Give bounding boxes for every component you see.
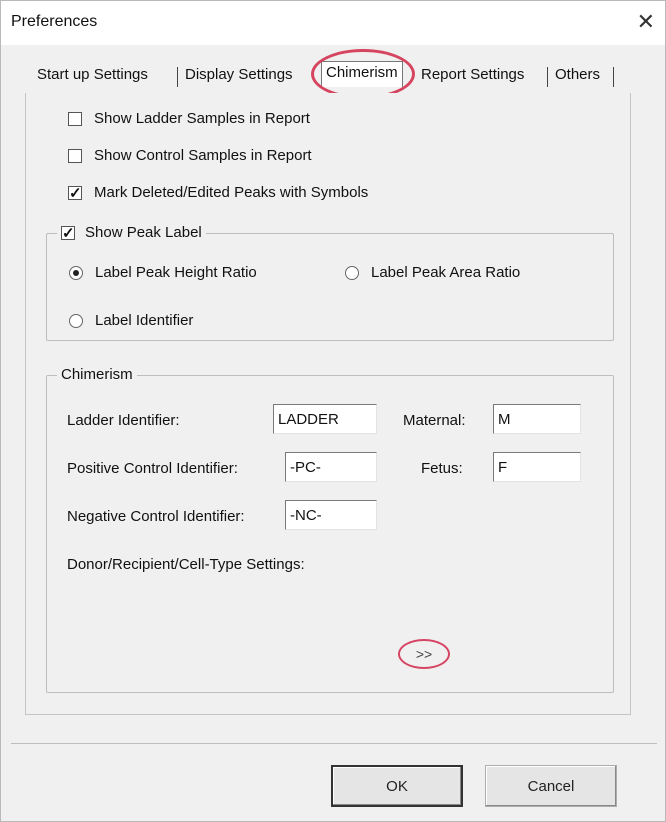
title-bar: Preferences ✕ bbox=[1, 1, 665, 45]
radio-button[interactable] bbox=[69, 265, 83, 280]
radio-button[interactable] bbox=[345, 265, 359, 280]
show-ladder-checkbox[interactable]: Show Ladder Samples in Report bbox=[68, 110, 310, 127]
maternal-label: Maternal: bbox=[403, 412, 466, 429]
tab-others[interactable]: Others bbox=[555, 59, 600, 91]
radio-identifier-label: Label Identifier bbox=[95, 312, 194, 329]
show-peak-label-text: Show Peak Label bbox=[85, 224, 202, 241]
show-control-label: Show Control Samples in Report bbox=[94, 147, 312, 164]
close-icon[interactable]: ✕ bbox=[637, 9, 655, 35]
donor-settings-expand-button[interactable]: >> bbox=[398, 639, 450, 669]
tab-bar: Start up Settings Display Settings Chime… bbox=[37, 59, 627, 93]
ok-button[interactable]: OK bbox=[331, 765, 463, 807]
chimerism-group: Chimerism Ladder Identifier: Maternal: P… bbox=[46, 366, 614, 693]
tab-startup-settings[interactable]: Start up Settings bbox=[37, 59, 148, 91]
show-peak-label-checkbox[interactable]: Show Peak Label bbox=[57, 224, 206, 242]
check-icon[interactable] bbox=[68, 184, 82, 202]
peak-label-group: Show Peak Label Label Peak Height Ratio … bbox=[46, 224, 614, 341]
radio-label-peak-area[interactable]: Label Peak Area Ratio bbox=[345, 264, 520, 281]
mark-deleted-label: Mark Deleted/Edited Peaks with Symbols bbox=[94, 184, 369, 201]
negative-control-input[interactable] bbox=[285, 500, 377, 530]
show-ladder-label: Show Ladder Samples in Report bbox=[94, 110, 310, 127]
radio-label-identifier[interactable]: Label Identifier bbox=[69, 312, 193, 329]
tab-separator bbox=[177, 67, 178, 87]
check-icon[interactable] bbox=[61, 224, 75, 242]
ladder-identifier-label: Ladder Identifier: bbox=[67, 412, 180, 429]
fetus-input[interactable] bbox=[493, 452, 581, 482]
checkbox-box[interactable] bbox=[68, 148, 82, 163]
tab-display-settings[interactable]: Display Settings bbox=[185, 59, 293, 91]
tab-separator bbox=[613, 67, 614, 87]
negative-control-label: Negative Control Identifier: bbox=[67, 508, 245, 525]
radio-area-label: Label Peak Area Ratio bbox=[371, 264, 521, 281]
tab-separator bbox=[547, 67, 548, 87]
positive-control-input[interactable] bbox=[285, 452, 377, 482]
chimerism-panel: Show Ladder Samples in Report Show Contr… bbox=[25, 93, 631, 715]
preferences-dialog: Preferences ✕ Start up Settings Display … bbox=[0, 0, 666, 822]
radio-label-peak-height[interactable]: Label Peak Height Ratio bbox=[69, 264, 257, 281]
cancel-button[interactable]: Cancel bbox=[485, 765, 617, 807]
donor-settings-label: Donor/Recipient/Cell-Type Settings: bbox=[67, 556, 305, 573]
ladder-identifier-input[interactable] bbox=[273, 404, 377, 434]
mark-deleted-checkbox[interactable]: Mark Deleted/Edited Peaks with Symbols bbox=[68, 184, 369, 202]
chimerism-legend: Chimerism bbox=[57, 366, 137, 383]
show-control-checkbox[interactable]: Show Control Samples in Report bbox=[68, 147, 312, 164]
maternal-input[interactable] bbox=[493, 404, 581, 434]
radio-height-label: Label Peak Height Ratio bbox=[95, 264, 257, 281]
fetus-label: Fetus: bbox=[421, 460, 463, 477]
tab-chimerism[interactable]: Chimerism bbox=[321, 61, 403, 87]
positive-control-label: Positive Control Identifier: bbox=[67, 460, 238, 477]
radio-button[interactable] bbox=[69, 313, 83, 328]
footer-divider bbox=[11, 743, 657, 744]
window-title: Preferences bbox=[11, 13, 98, 30]
tab-report-settings[interactable]: Report Settings bbox=[421, 59, 524, 91]
checkbox-box[interactable] bbox=[68, 111, 82, 126]
